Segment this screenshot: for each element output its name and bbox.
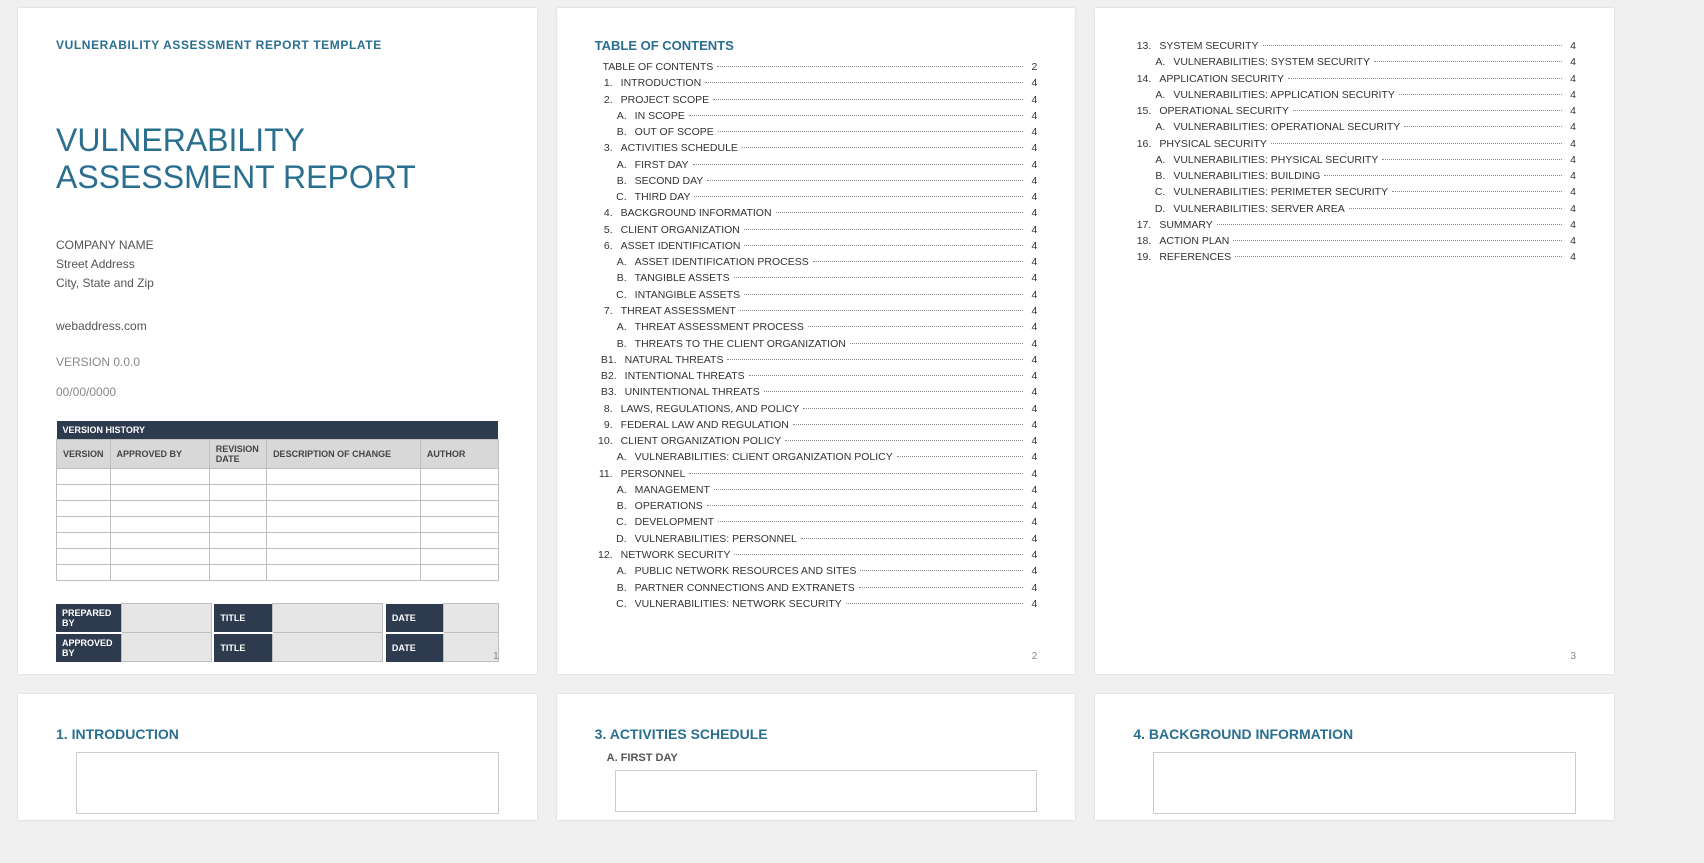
table-row	[57, 501, 499, 517]
toc-entry: C.DEVELOPMENT4	[595, 514, 1038, 530]
toc-entry: D.VULNERABILITIES: SERVER AREA4	[1133, 201, 1576, 217]
toc-entry: 4.BACKGROUND INFORMATION4	[595, 205, 1038, 221]
toc-entry: 18.ACTION PLAN4	[1133, 233, 1576, 249]
version-history-title: VERSION HISTORY	[57, 421, 499, 440]
page-3-toc: 13.SYSTEM SECURITY4A.VULNERABILITIES: SY…	[1095, 8, 1614, 674]
toc-entry: 1.INTRODUCTION4	[595, 75, 1038, 91]
toc-entry: 16.PHYSICAL SECURITY4	[1133, 136, 1576, 152]
version-history-table: VERSION HISTORY VERSION APPROVED BY REVI…	[56, 421, 499, 581]
toc-entry: A.FIRST DAY4	[595, 157, 1038, 173]
toc-entry: A.VULNERABILITIES: APPLICATION SECURITY4	[1133, 87, 1576, 103]
table-row	[57, 549, 499, 565]
toc-entry: 3.ACTIVITIES SCHEDULE4	[595, 140, 1038, 156]
toc-heading: TABLE OF CONTENTS	[595, 38, 1038, 53]
company-web: webaddress.com	[56, 319, 499, 333]
company-block: COMPANY NAME Street Address City, State …	[56, 236, 499, 294]
toc-entry: B.SECOND DAY4	[595, 173, 1038, 189]
toc-list-p3: 13.SYSTEM SECURITY4A.VULNERABILITIES: SY…	[1133, 38, 1576, 266]
toc-entry: C.THIRD DAY4	[595, 189, 1038, 205]
toc-entry: 9.FEDERAL LAW AND REGULATION4	[595, 417, 1038, 433]
toc-entry: A.VULNERABILITIES: PHYSICAL SECURITY4	[1133, 152, 1576, 168]
toc-entry: A.VULNERABILITIES: CLIENT ORGANIZATION P…	[595, 449, 1038, 465]
toc-entry: B.THREATS TO THE CLIENT ORGANIZATION4	[595, 336, 1038, 352]
toc-entry: A.ASSET IDENTIFICATION PROCESS4	[595, 254, 1038, 270]
toc-entry: 17.SUMMARY4	[1133, 217, 1576, 233]
table-row	[57, 469, 499, 485]
template-label: VULNERABILITY ASSESSMENT REPORT TEMPLATE	[56, 38, 499, 52]
toc-list-p2: TABLE OF CONTENTS21.INTRODUCTION42.PROJE…	[595, 59, 1038, 612]
toc-entry: 15.OPERATIONAL SECURITY4	[1133, 103, 1576, 119]
toc-entry: A.THREAT ASSESSMENT PROCESS4	[595, 319, 1038, 335]
toc-entry: A.MANAGEMENT4	[595, 482, 1038, 498]
toc-entry: B1.NATURAL THREATS4	[595, 352, 1038, 368]
toc-entry: B3.UNINTENTIONAL THREATS4	[595, 384, 1038, 400]
section-4-background: 4. BACKGROUND INFORMATION	[1133, 726, 1576, 742]
company-city: City, State and Zip	[56, 274, 499, 293]
toc-entry: 10.CLIENT ORGANIZATION POLICY4	[595, 433, 1038, 449]
page-number: 3	[1570, 651, 1576, 662]
toc-entry: B.VULNERABILITIES: BUILDING4	[1133, 168, 1576, 184]
toc-entry: 8.LAWS, REGULATIONS, AND POLICY4	[595, 401, 1038, 417]
toc-entry: B.OPERATIONS4	[595, 498, 1038, 514]
page-4-intro: 1. INTRODUCTION	[18, 694, 537, 820]
toc-entry: A.PUBLIC NETWORK RESOURCES AND SITES4	[595, 563, 1038, 579]
toc-entry: 2.PROJECT SCOPE4	[595, 92, 1038, 108]
toc-entry: B.TANGIBLE ASSETS4	[595, 270, 1038, 286]
toc-entry: B2.INTENTIONAL THREATS4	[595, 368, 1038, 384]
signature-table: PREPARED BY TITLE DATE APPROVED BY TITLE…	[56, 603, 499, 662]
toc-entry: 6.ASSET IDENTIFICATION4	[595, 238, 1038, 254]
page-1-title: VULNERABILITY ASSESSMENT REPORT TEMPLATE…	[18, 8, 537, 674]
toc-entry: TABLE OF CONTENTS2	[595, 59, 1038, 75]
toc-entry: B.OUT OF SCOPE4	[595, 124, 1038, 140]
company-street: Street Address	[56, 255, 499, 274]
toc-entry: 14.APPLICATION SECURITY4	[1133, 71, 1576, 87]
table-row	[57, 485, 499, 501]
page-number: 1	[493, 651, 499, 662]
toc-entry: A.VULNERABILITIES: OPERATIONAL SECURITY4	[1133, 119, 1576, 135]
section-1-intro: 1. INTRODUCTION	[56, 726, 499, 742]
toc-entry: D.VULNERABILITIES: PERSONNEL4	[595, 531, 1038, 547]
content-box	[615, 770, 1038, 812]
toc-entry: 7.THREAT ASSESSMENT4	[595, 303, 1038, 319]
toc-entry: 5.CLIENT ORGANIZATION4	[595, 222, 1038, 238]
toc-entry: B.PARTNER CONNECTIONS AND EXTRANETS4	[595, 580, 1038, 596]
content-box	[76, 752, 499, 814]
toc-entry: A.VULNERABILITIES: SYSTEM SECURITY4	[1133, 54, 1576, 70]
toc-entry: A.IN SCOPE4	[595, 108, 1038, 124]
page-5-activities: 3. ACTIVITIES SCHEDULE A. FIRST DAY	[557, 694, 1076, 820]
content-box	[1153, 752, 1576, 814]
section-3a-firstday: A. FIRST DAY	[607, 752, 1038, 764]
toc-entry: 19.REFERENCES4	[1133, 249, 1576, 265]
toc-entry: C.VULNERABILITIES: PERIMETER SECURITY4	[1133, 184, 1576, 200]
table-row	[57, 565, 499, 581]
doc-version: VERSION 0.0.0	[56, 355, 499, 369]
toc-entry: C.VULNERABILITIES: NETWORK SECURITY4	[595, 596, 1038, 612]
page-number: 2	[1032, 651, 1038, 662]
table-row	[57, 517, 499, 533]
doc-date: 00/00/0000	[56, 385, 499, 399]
toc-entry: 11.PERSONNEL4	[595, 466, 1038, 482]
section-3-activities: 3. ACTIVITIES SCHEDULE	[595, 726, 1038, 742]
report-title: VULNERABILITY ASSESSMENT REPORT	[56, 122, 499, 196]
table-row	[57, 533, 499, 549]
toc-entry: C.INTANGIBLE ASSETS4	[595, 287, 1038, 303]
page-6-background: 4. BACKGROUND INFORMATION	[1095, 694, 1614, 820]
page-2-toc: TABLE OF CONTENTS TABLE OF CONTENTS21.IN…	[557, 8, 1076, 674]
company-name: COMPANY NAME	[56, 236, 499, 255]
toc-entry: 12.NETWORK SECURITY4	[595, 547, 1038, 563]
toc-entry: 13.SYSTEM SECURITY4	[1133, 38, 1576, 54]
